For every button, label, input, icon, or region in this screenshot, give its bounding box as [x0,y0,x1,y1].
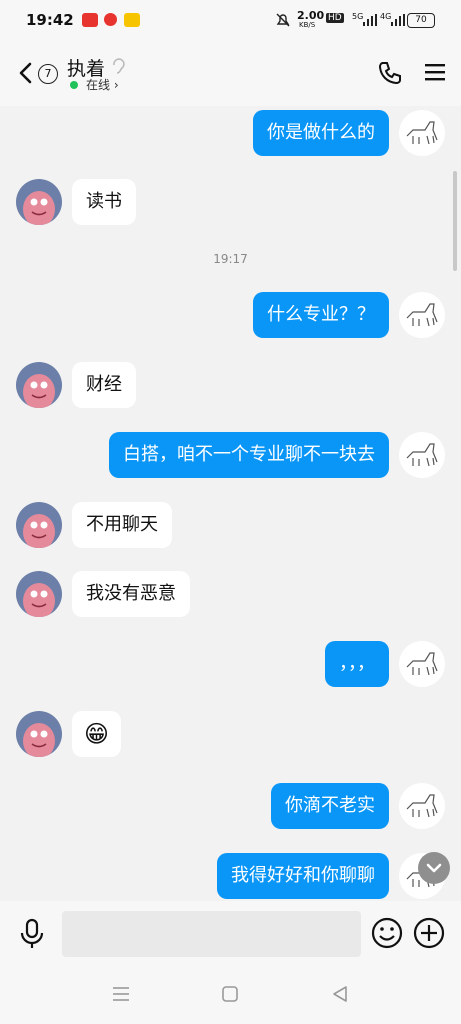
note-app-icon [124,13,140,27]
signal2-icon [391,14,405,26]
nav-back-icon[interactable] [331,985,349,1003]
my-avatar[interactable] [399,432,445,478]
status-bar: 19:42 2.00 KB/S HD 5G 4G 70 [0,0,461,40]
message-bubble[interactable]: 不用聊天 [72,502,172,548]
mute-bell-icon [276,13,290,27]
my-avatar[interactable] [399,110,445,156]
message-bubble[interactable]: 什么专业？？ [253,292,389,338]
scrollbar[interactable] [453,171,457,271]
message-bubble[interactable]: 财经 [72,362,136,408]
news-app-icon [82,13,98,27]
sim1-label: 5G [352,12,364,21]
message-bubble[interactable]: ，，， [325,641,389,687]
message-bubble[interactable]: 你滴不老实 [271,783,389,829]
contact-avatar[interactable] [16,502,62,548]
battery-indicator: 70 [407,13,435,28]
phone-icon[interactable] [377,60,403,86]
system-nav-bar [0,965,461,1024]
back-arrow-icon[interactable] [14,60,40,86]
message-bubble[interactable]: 你是做什么的 [253,110,389,156]
contact-avatar[interactable] [16,711,62,757]
contact-avatar[interactable] [16,179,62,225]
contact-avatar[interactable] [16,362,62,408]
chat-header: 7 执着 在线 › [0,40,461,106]
menu-icon[interactable] [424,62,446,82]
message-bubble[interactable]: 我没有恶意 [72,571,190,617]
scroll-down-icon[interactable] [418,852,450,884]
contact-avatar[interactable] [16,571,62,617]
message-bubble[interactable]: 白搭，咱不一个专业聊不一块去 [109,432,389,478]
sim2-label: 4G [380,12,392,21]
message-input[interactable] [62,911,361,957]
my-avatar[interactable] [399,641,445,687]
my-avatar[interactable] [399,783,445,829]
emoji-message[interactable]: 😁 [72,711,122,757]
my-avatar[interactable] [399,292,445,338]
nav-home-icon[interactable] [221,985,239,1003]
ear-icon [113,58,125,74]
hd-badge: HD [326,13,344,23]
plus-icon[interactable] [412,916,446,950]
net-speed-unit: KB/S [299,21,316,29]
nav-menu-icon[interactable] [111,985,131,1003]
message-bubble[interactable]: 我得好好和你聊聊 [217,853,389,899]
unread-count-badge: 7 [38,64,58,84]
signal1-icon [363,14,377,26]
status-time: 19:42 [26,11,74,29]
message-list[interactable]: 你是做什么的 读书 19:17 什么专业？？ 财经 白搭，咱不一个专业聊不一块去… [0,106,461,901]
online-status[interactable]: 在线 › [86,76,119,93]
message-timestamp: 19:17 [213,252,248,266]
emoji-icon[interactable] [370,916,404,950]
mic-icon[interactable] [18,918,46,950]
record-app-icon [104,13,117,26]
message-bubble[interactable]: 读书 [72,179,136,225]
input-bar [0,901,461,965]
online-dot [70,81,78,89]
